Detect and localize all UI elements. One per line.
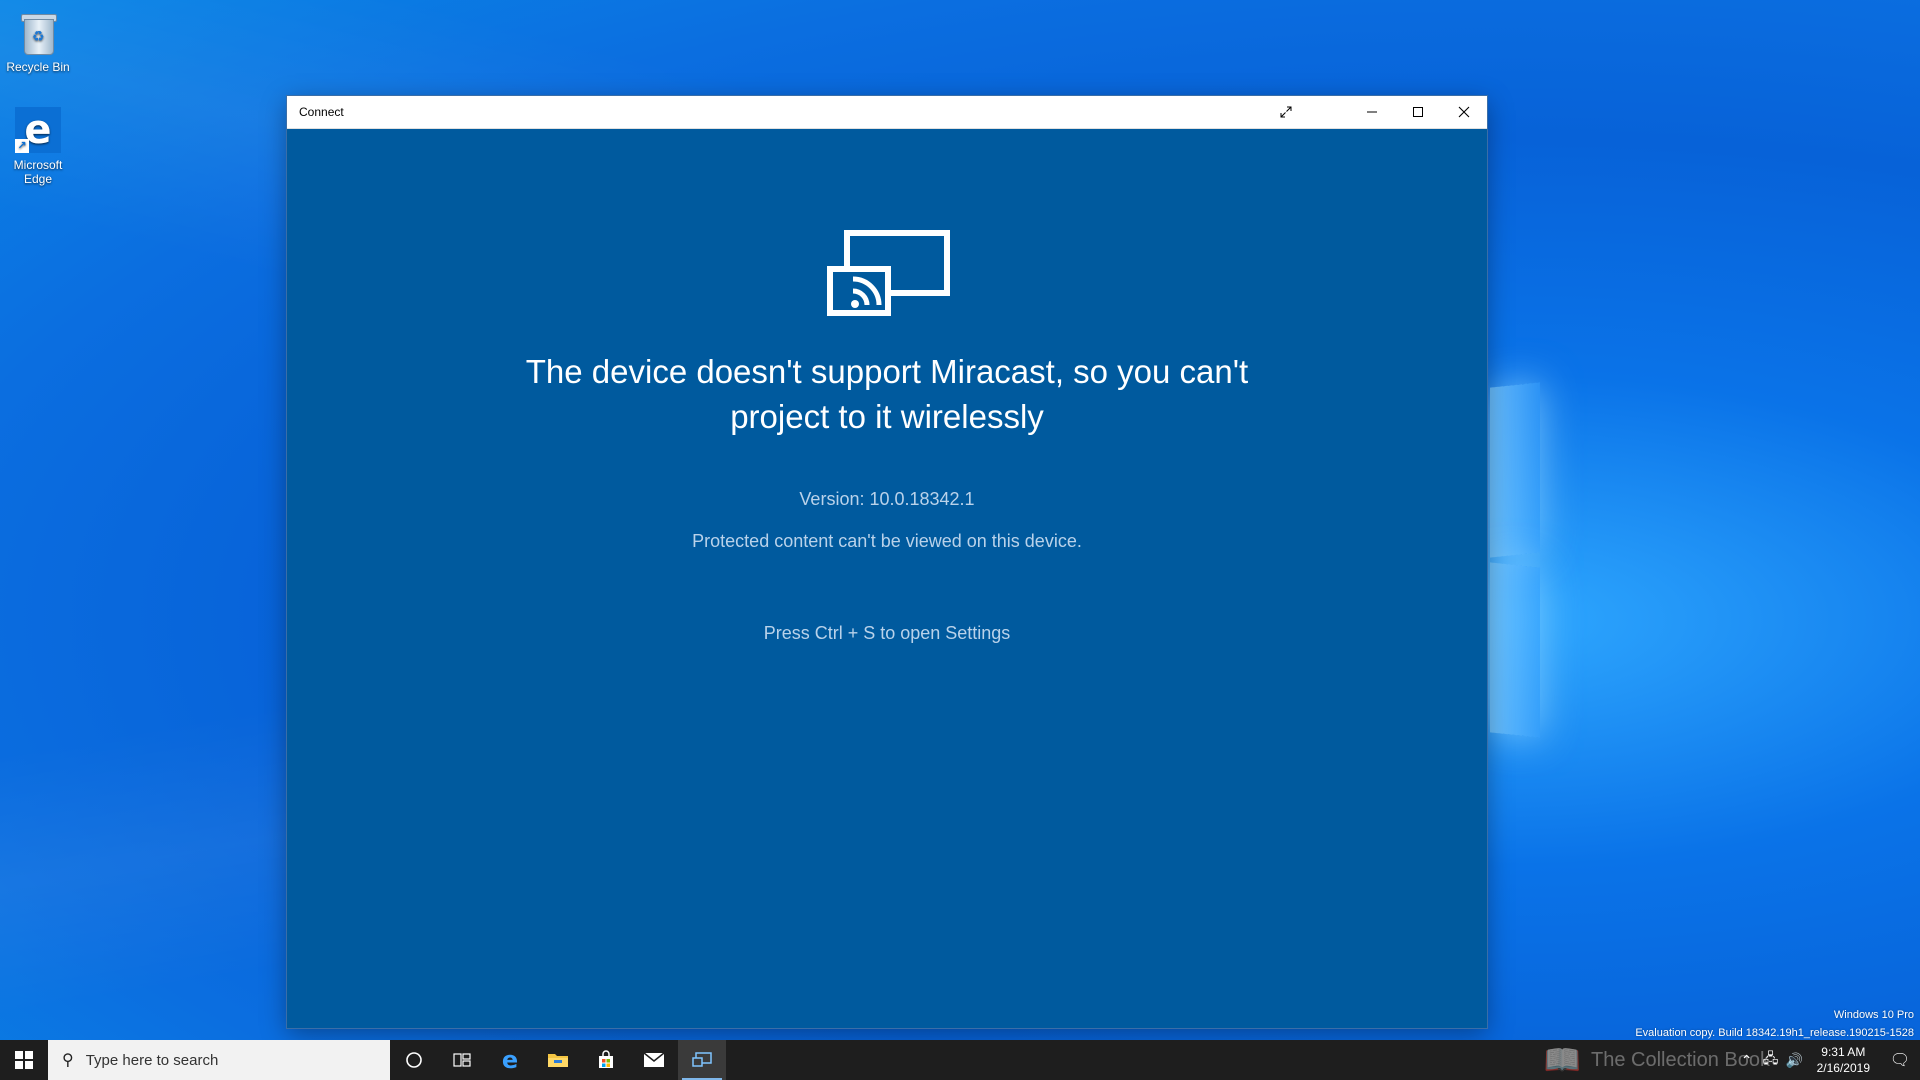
chevron-up-icon[interactable]: ⌃ (1735, 1052, 1759, 1069)
taskbar: ⚲ Type here to search e ⌃ 🖧 🔊 9:31 AM 2/… (0, 1040, 1920, 1080)
recycle-bin-icon: ♻ (20, 11, 57, 55)
cortana-button[interactable] (390, 1040, 438, 1080)
shortcut-arrow-icon: ↗ (15, 139, 29, 153)
title-bar[interactable]: Connect (287, 96, 1487, 129)
task-view-icon (453, 1053, 471, 1067)
store-icon (599, 1050, 613, 1068)
app-content: The device doesn't support Miracast, so … (287, 129, 1487, 1028)
error-message-line: project to it wirelessly (730, 398, 1044, 435)
projection-cast-icon (827, 230, 950, 316)
network-icon[interactable]: 🖧 (1759, 1048, 1783, 1072)
windows-start-icon (15, 1051, 33, 1069)
clock-date: 2/16/2019 (1816, 1061, 1870, 1075)
edge-icon: e ↗ (15, 107, 61, 153)
watermark-build: Evaluation copy. Build 18342.19h1_releas… (1635, 1027, 1914, 1039)
taskbar-search-box[interactable]: ⚲ Type here to search (48, 1040, 390, 1080)
action-center-button[interactable]: 🗨 (1880, 1040, 1920, 1080)
windows-watermark: Windows 10 Pro Evaluation copy. Build 18… (1635, 1006, 1914, 1040)
system-tray: ⌃ 🖧 🔊 9:31 AM 2/16/2019 🗨 (1735, 1040, 1920, 1080)
desktop-icon-edge[interactable]: e ↗ Microsoft Edge (0, 106, 76, 186)
taskbar-connect-app[interactable] (678, 1040, 726, 1080)
maximize-button[interactable] (1395, 96, 1441, 128)
cortana-icon (406, 1052, 422, 1068)
close-button[interactable] (1441, 96, 1487, 128)
settings-hint-text: Press Ctrl + S to open Settings (763, 623, 1011, 643)
protected-content-text: Protected content can't be viewed on thi… (692, 531, 1082, 551)
taskbar-file-explorer[interactable] (534, 1040, 582, 1080)
clock-time: 9:31 AM (1821, 1045, 1866, 1059)
window-title: Connect (299, 105, 344, 119)
taskbar-mail[interactable] (630, 1040, 678, 1080)
connect-window[interactable]: Connect The device doesn't support Mirac… (287, 96, 1487, 1028)
taskbar-edge[interactable]: e (486, 1040, 534, 1080)
notification-icon: 🗨 (1889, 1052, 1911, 1069)
minimize-button[interactable] (1349, 96, 1395, 128)
task-view-button[interactable] (438, 1040, 486, 1080)
taskbar-clock[interactable]: 9:31 AM 2/16/2019 (1807, 1044, 1880, 1076)
windows-logo-pane (1490, 382, 1540, 558)
watermark-edition: Windows 10 Pro (1833, 1009, 1914, 1021)
taskbar-store[interactable] (582, 1040, 630, 1080)
edge-icon: e (501, 1046, 519, 1074)
search-icon: ⚲ (62, 1052, 74, 1069)
windows-logo-pane (1490, 562, 1540, 738)
desktop-icon-label: Recycle Bin (6, 60, 70, 74)
expand-button[interactable] (1263, 96, 1309, 128)
maximize-icon (1413, 107, 1423, 117)
version-text: Version: 10.0.18342.1 (799, 489, 975, 509)
connect-app-icon (692, 1052, 712, 1067)
desktop-icon-recycle-bin[interactable]: ♻ Recycle Bin (0, 8, 76, 74)
volume-icon[interactable]: 🔊 (1783, 1052, 1807, 1069)
expand-icon (1280, 106, 1292, 118)
close-icon (1458, 106, 1470, 118)
error-message-line: The device doesn't support Miracast, so … (525, 353, 1249, 390)
desktop-icon-label: Microsoft Edge (13, 158, 63, 186)
search-placeholder: Type here to search (85, 1051, 219, 1069)
error-message: The device doesn't support Miracast, so … (287, 349, 1487, 439)
start-button[interactable] (0, 1040, 48, 1080)
mail-icon (643, 1052, 665, 1067)
minimize-icon (1367, 111, 1377, 113)
file-explorer-icon (548, 1054, 568, 1067)
